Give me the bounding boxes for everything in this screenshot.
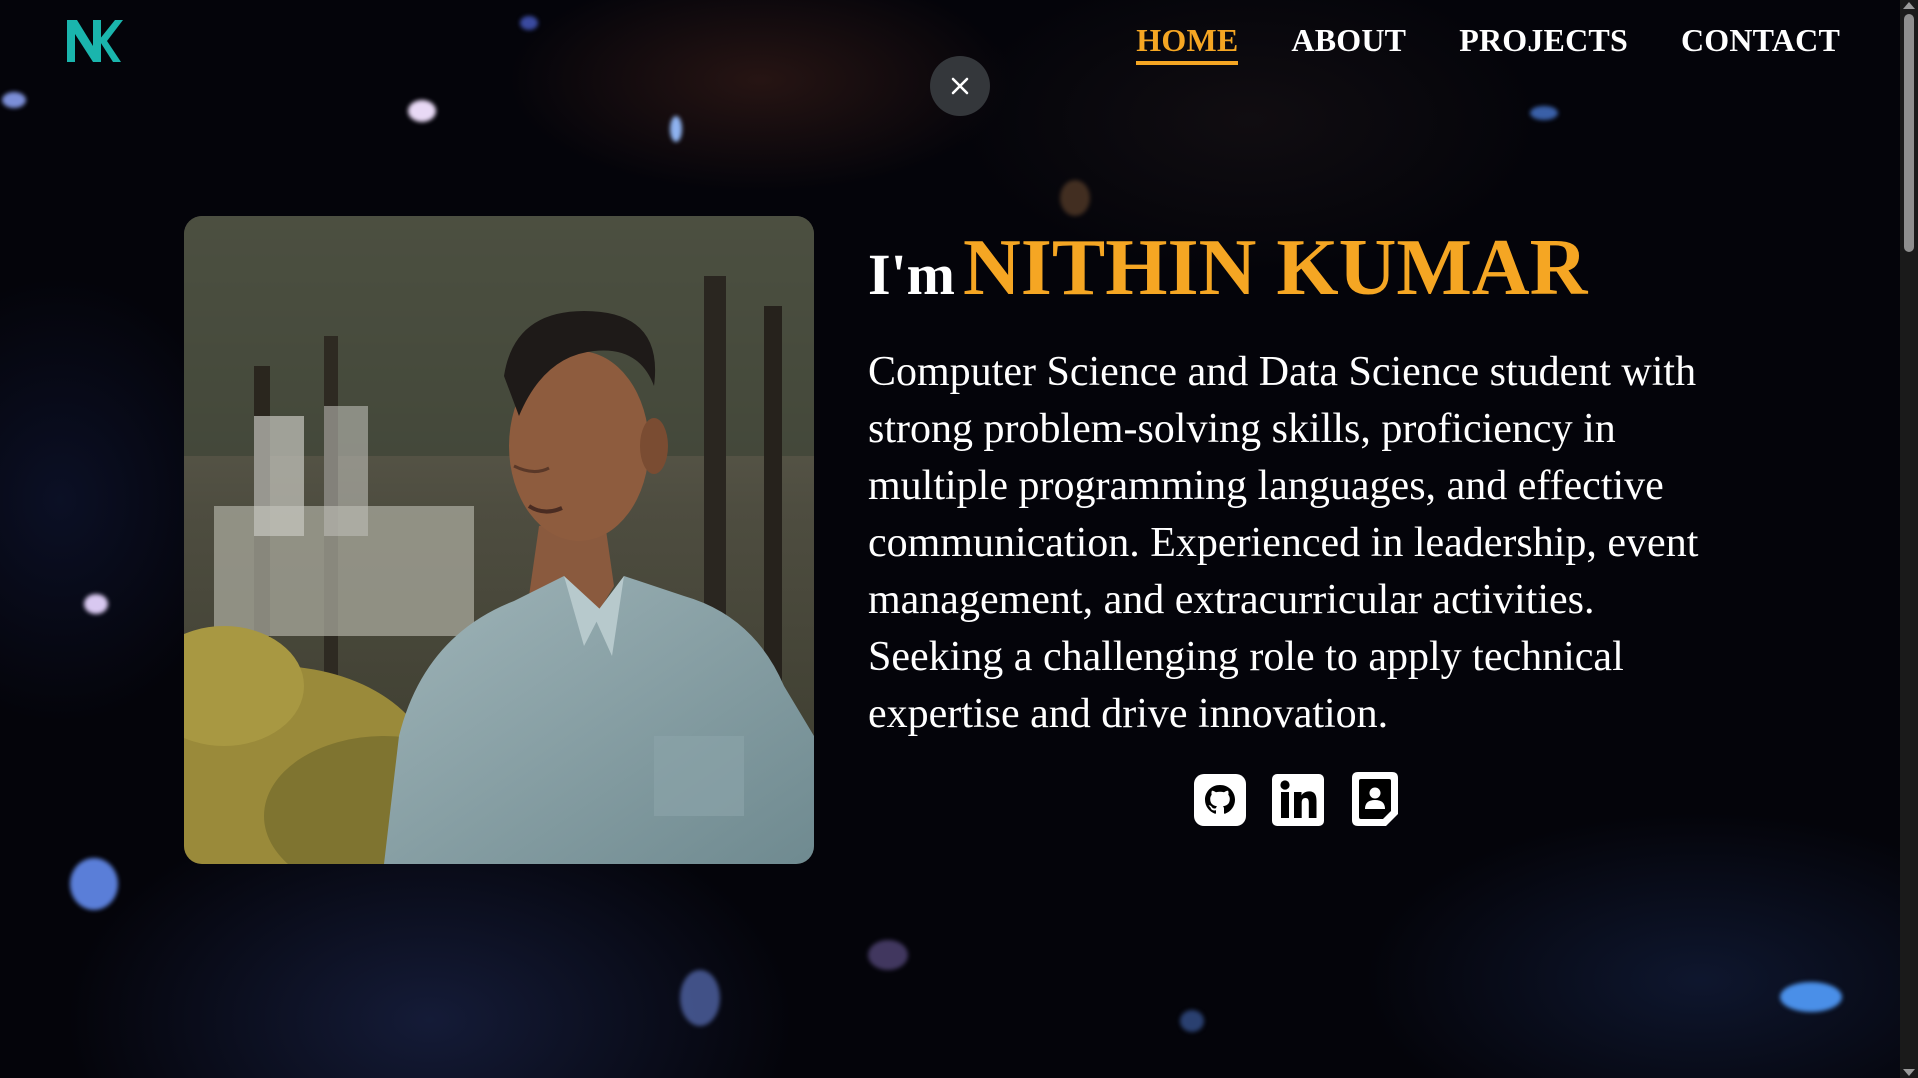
nav-about[interactable]: ABOUT [1291, 22, 1406, 65]
nk-logo-icon[interactable] [63, 16, 123, 66]
bokeh-light [70, 858, 118, 910]
bokeh-light [408, 100, 436, 122]
github-icon[interactable] [1192, 770, 1248, 828]
main-nav: HOME ABOUT PROJECTS CONTACT [1136, 22, 1840, 65]
bokeh-light [1060, 180, 1090, 216]
nav-contact[interactable]: CONTACT [1681, 22, 1840, 65]
hero-heading: I'm NITHIN KUMAR [868, 228, 1738, 308]
bokeh-light [1780, 982, 1842, 1012]
scrollbar-thumb[interactable] [1904, 14, 1914, 252]
bokeh-light [2, 92, 26, 108]
close-icon [951, 77, 969, 95]
bokeh-light [680, 970, 720, 1026]
hero-name: NITHIN KUMAR [963, 224, 1588, 312]
resume-icon[interactable] [1348, 770, 1404, 828]
bokeh-light [1530, 106, 1558, 120]
scroll-down-icon[interactable] [1903, 1069, 1915, 1076]
linkedin-icon[interactable] [1270, 770, 1326, 828]
page: HOME ABOUT PROJECTS CONTACT I'm NITHIN K… [0, 0, 1918, 1078]
hero-section: I'm NITHIN KUMAR Computer Science and Dat… [868, 228, 1738, 743]
bokeh-light [1180, 1010, 1204, 1032]
greeting-text: I'm [868, 242, 955, 307]
scroll-up-icon[interactable] [1903, 2, 1915, 9]
bokeh-light [84, 594, 108, 614]
nav-projects[interactable]: PROJECTS [1459, 22, 1628, 65]
bokeh-light [670, 116, 682, 142]
scrollbar[interactable] [1900, 0, 1918, 1078]
social-links [1192, 770, 1404, 828]
profile-photo [184, 216, 814, 864]
bokeh-light [520, 16, 538, 30]
hero-bio: Computer Science and Data Science studen… [868, 349, 1699, 737]
close-button[interactable] [930, 56, 990, 116]
bokeh-light [868, 940, 908, 970]
nav-home[interactable]: HOME [1136, 22, 1239, 65]
